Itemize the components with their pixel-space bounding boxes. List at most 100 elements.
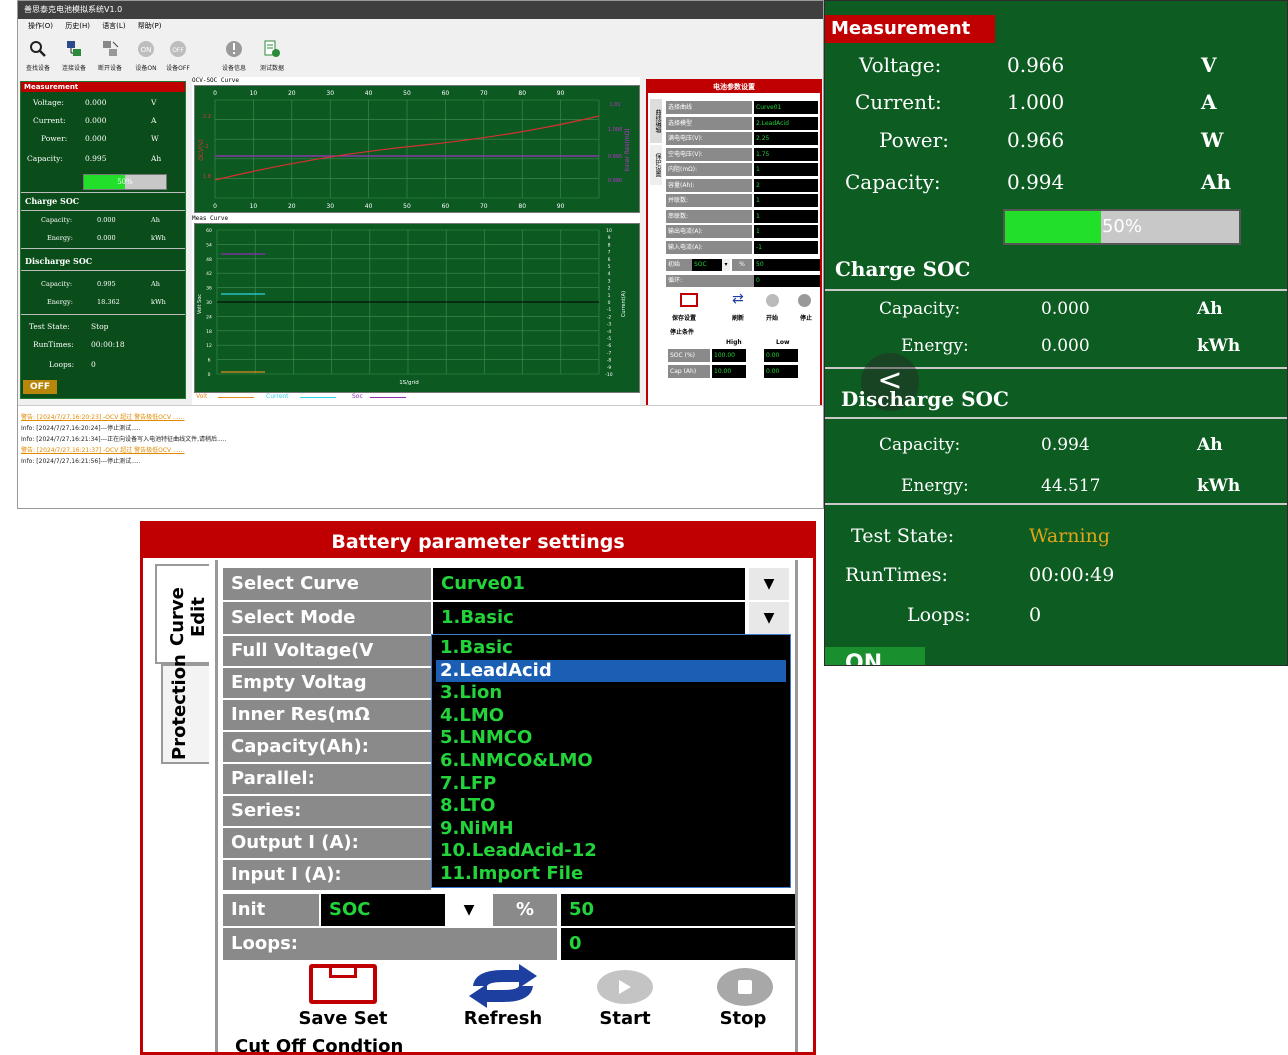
save-set-small[interactable]: 保存设置 <box>672 313 696 322</box>
setting-value-small[interactable]: Curve01 <box>754 101 818 114</box>
device-off-button[interactable]: OFF 设备OFF <box>162 37 194 72</box>
find-device-button[interactable]: 查找设备 <box>22 37 54 72</box>
start-button[interactable]: Start <box>565 1008 685 1029</box>
mode-option[interactable]: 5.LNMCO <box>436 727 786 749</box>
toolbar-label: 断开设备 <box>97 65 122 72</box>
chevron-down-icon[interactable]: ▾ <box>722 259 730 271</box>
cutoff-high-value[interactable]: 100.00 <box>712 349 746 362</box>
meas-chart: Meas Curve 60 54 48 42 36 30 24 18 12 6 0 10 9 8 7 6 5 4 3… <box>192 215 640 405</box>
mode-option[interactable]: 2.LeadAcid <box>436 659 786 682</box>
mode-option[interactable]: 4.LMO <box>436 705 786 727</box>
soc-progress-text-large: 50% <box>1101 216 1142 237</box>
y-tick-right: 0.995 <box>608 154 622 160</box>
y-tick-left: 42 <box>206 271 212 277</box>
ocv-plot-area: 0 0 10 10 20 20 30 30 40 40 50 50 60 60 70 70 80 80 90 90 2.… <box>194 85 640 213</box>
mode-option[interactable]: 1.Basic <box>436 637 786 659</box>
setting-value-small[interactable]: 2 <box>754 178 818 192</box>
mode-option[interactable]: 7.LFP <box>436 773 786 795</box>
on-button[interactable]: ON <box>825 647 925 665</box>
cutoff-high-value[interactable]: 10.00 <box>712 365 746 378</box>
off-button[interactable]: OFF <box>23 380 57 394</box>
charge-capacity-value-large: 0.000 <box>1041 299 1090 319</box>
cutoff-low-value[interactable]: 0.00 <box>764 349 798 362</box>
mode-option[interactable]: 6.LNMCO&LMO <box>436 750 786 772</box>
setting-value-small[interactable]: 1.75 <box>754 147 818 161</box>
y-tick-left: 24 <box>206 314 212 320</box>
battery-settings-title: Battery parameter settings <box>143 524 813 558</box>
mode-option[interactable]: 9.NiMH <box>436 818 786 840</box>
loops-label: Loops: <box>49 360 75 369</box>
init-value[interactable]: 50 <box>561 894 795 926</box>
stop-icon[interactable] <box>717 968 773 1006</box>
stop-small[interactable]: 停止 <box>800 313 812 322</box>
menu-history[interactable]: 历史(H) <box>65 22 90 30</box>
tab-curve-edit-small[interactable]: 曲线编辑 <box>650 99 662 143</box>
menu-language[interactable]: 语言(L) <box>102 22 125 30</box>
loops-value-small[interactable]: 0 <box>754 275 820 287</box>
chevron-down-icon[interactable]: ▼ <box>749 602 789 634</box>
toolbar-label: 设备信息 <box>221 65 246 72</box>
charge-soc-title: Charge SOC <box>25 196 80 206</box>
device-info-button[interactable]: 设备信息 <box>218 37 250 72</box>
init-mode-value[interactable]: SOC <box>321 894 445 926</box>
mode-option[interactable]: 3.Lion <box>436 682 786 704</box>
start-icon[interactable] <box>597 970 653 1004</box>
log-entry: Info: [2024/7/27,16:21:56]---停止测试..... <box>21 458 141 465</box>
meas-chart-title: Meas Curve <box>192 215 229 222</box>
y-tick-left: 60 <box>206 228 212 234</box>
refresh-small[interactable]: 刷新 <box>732 313 744 322</box>
current-label: Current: <box>33 116 66 125</box>
select-mode-value[interactable]: 1.Basic <box>433 602 745 634</box>
setting-value-small[interactable]: 1 <box>754 225 818 238</box>
x-tick-top: 40 <box>365 90 373 97</box>
menu-operate[interactable]: 操作(O) <box>28 22 53 30</box>
mode-option[interactable]: 8.LTO <box>436 795 786 817</box>
y-tick-right: -3 <box>607 322 612 328</box>
setting-value-small[interactable]: 1 <box>754 163 818 176</box>
init-mode-small[interactable]: SOC <box>692 259 722 271</box>
svg-text:OFF: OFF <box>172 47 184 54</box>
connect-device-button[interactable]: 连接设备 <box>58 37 90 72</box>
loops-label: Loops: <box>223 928 557 960</box>
mode-option[interactable]: 10.LeadAcid-12 <box>436 840 786 862</box>
start-small[interactable]: 开始 <box>766 313 778 322</box>
tab-curve-edit[interactable]: Curve Edit <box>155 564 209 664</box>
discharge-capacity-value-large: 0.994 <box>1041 435 1090 455</box>
refresh-icon[interactable]: ⇄ <box>732 291 744 307</box>
stop-button[interactable]: Stop <box>683 1008 803 1029</box>
stop-icon[interactable] <box>798 294 811 307</box>
setting-value-small[interactable]: 1 <box>754 194 818 207</box>
setting-value-small[interactable]: 2.25 <box>754 132 818 145</box>
setting-value-small[interactable]: 2.LeadAcid <box>754 116 818 130</box>
chevron-down-icon[interactable]: ▼ <box>749 568 789 600</box>
chevron-down-icon[interactable]: ▼ <box>447 894 491 926</box>
discharge-energy-label-large: Energy: <box>901 476 969 496</box>
disconnect-device-button[interactable]: 断开设备 <box>94 37 126 72</box>
x-tick-bottom: 90 <box>557 203 565 210</box>
tab-protection-label: Protection <box>169 654 190 760</box>
setting-value-small[interactable]: 1 <box>754 209 818 223</box>
mode-option[interactable]: 11.Import File <box>436 863 786 885</box>
test-data-button[interactable]: 测试数据 <box>256 37 288 72</box>
setting-value-small[interactable]: -1 <box>754 240 818 254</box>
save-icon[interactable] <box>680 293 698 307</box>
init-value-small[interactable]: 50 <box>754 259 820 271</box>
tab-protection[interactable]: Protection <box>161 654 209 764</box>
start-icon[interactable] <box>766 294 779 307</box>
select-curve-value[interactable]: Curve01 <box>433 568 745 600</box>
tab-protection-small[interactable]: 保护设置 <box>650 145 662 185</box>
menu-help[interactable]: 帮助(P) <box>138 22 162 30</box>
measurement-title-large: Measurement <box>825 15 995 43</box>
device-on-button[interactable]: ON 设备ON <box>130 37 162 72</box>
battery-settings-small: 电池参数设置 曲线编辑 保护设置 选择曲线 Curve01 选择模型 2.LeadAc… <box>646 79 822 407</box>
cutoff-low-value[interactable]: 0.00 <box>764 365 798 378</box>
discharge-capacity-value: 0.995 <box>97 280 116 288</box>
charge-energy-value-large: 0.000 <box>1041 336 1090 356</box>
save-icon[interactable] <box>309 964 377 1004</box>
loops-value[interactable]: 0 <box>561 928 795 960</box>
save-set-button[interactable]: Save Set <box>283 1008 403 1029</box>
y-tick-right: 6 <box>608 257 611 263</box>
test-state-value: Stop <box>91 322 109 331</box>
refresh-button[interactable]: Refresh <box>443 1008 563 1029</box>
refresh-icon[interactable] <box>465 964 541 1008</box>
